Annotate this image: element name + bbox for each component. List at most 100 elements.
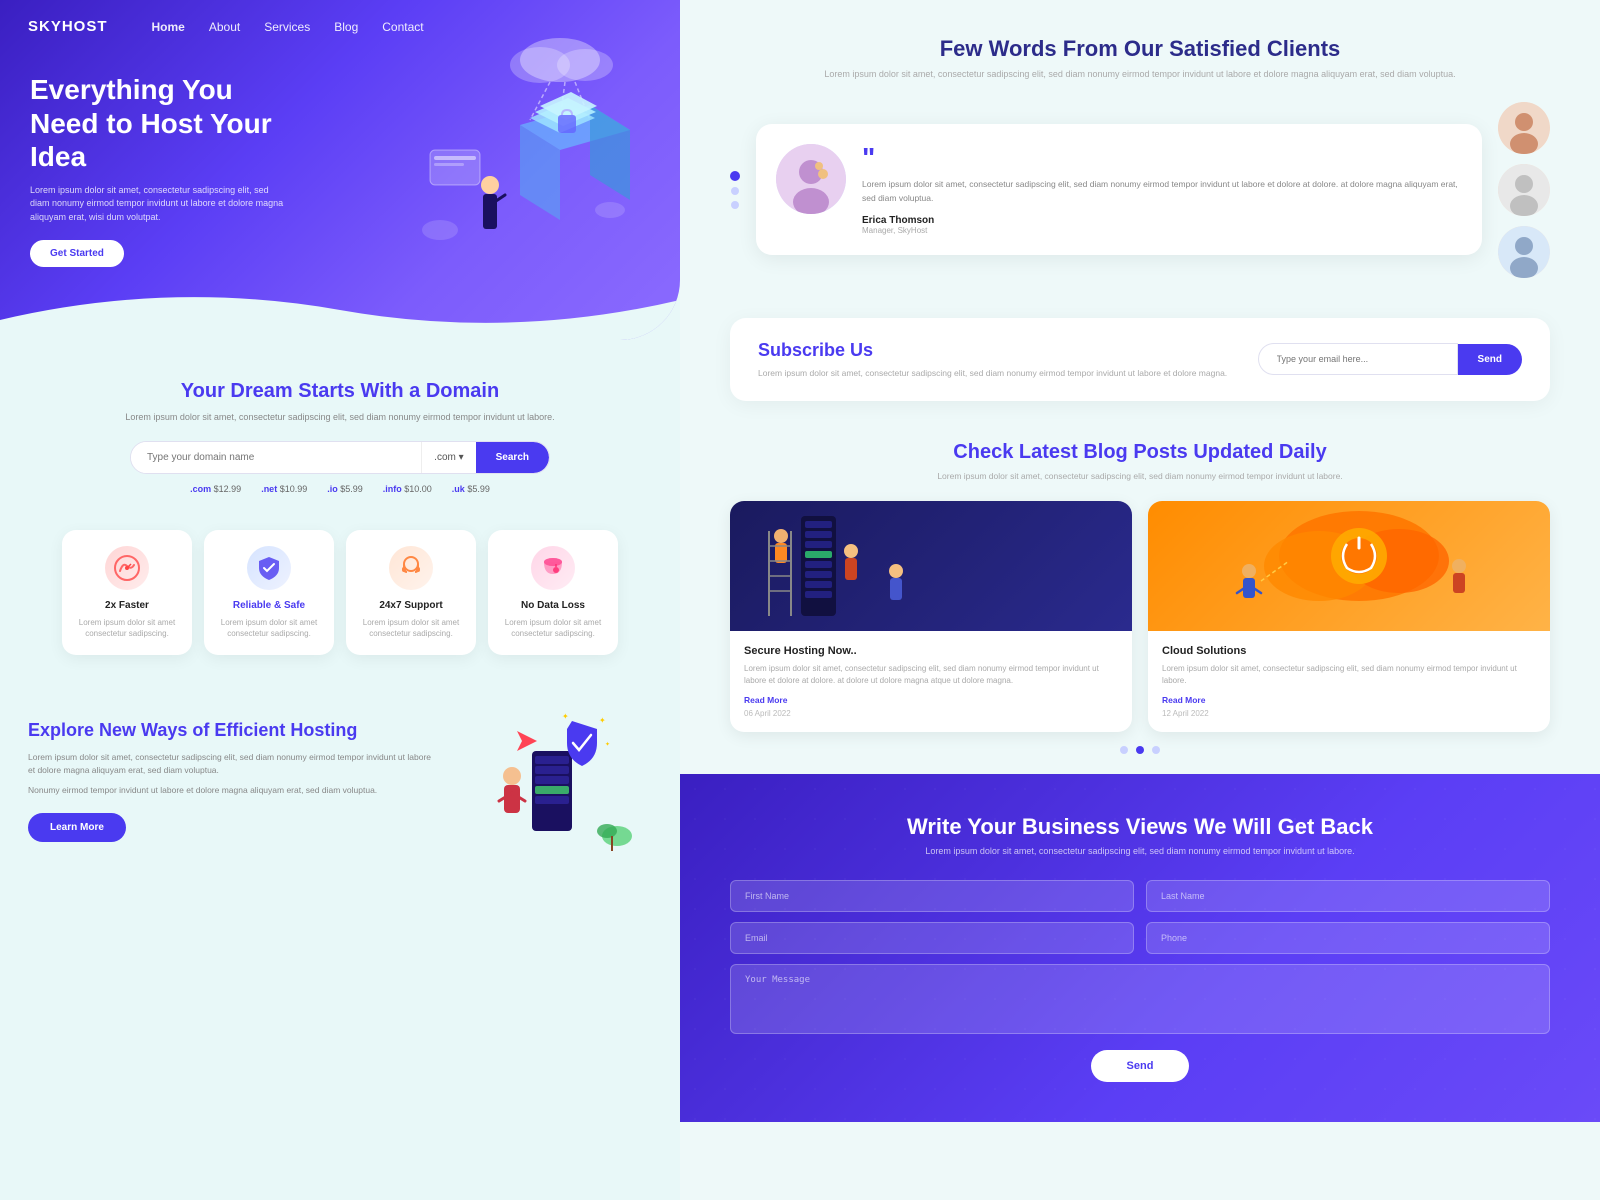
blog-card-2-body: Cloud Solutions Lorem ipsum dolor sit am… (1148, 631, 1550, 732)
hosting-title: Explore New Ways of Efficient Hosting (28, 719, 432, 742)
domain-ext-selector[interactable]: .com ▾ (421, 442, 475, 473)
domain-search-row: .com ▾ Search (130, 441, 550, 474)
nav-blog[interactable]: Blog (334, 20, 358, 34)
domain-description: Lorem ipsum dolor sit amet, consectetur … (30, 411, 650, 425)
feature-title-shield: Reliable & Safe (218, 600, 320, 611)
blog-section: Check Latest Blog Posts Updated Daily Lo… (680, 421, 1600, 774)
hosting-section: Explore New Ways of Efficient Hosting Lo… (0, 671, 680, 881)
database-icon (539, 554, 567, 582)
feature-desc-speed: Lorem ipsum dolor sit amet consectetur s… (76, 617, 178, 639)
contact-submit-wrap: Send (730, 1050, 1550, 1082)
testimonial-card: " Lorem ipsum dolor sit amet, consectetu… (756, 124, 1482, 255)
nav-about[interactable]: About (209, 20, 240, 34)
feature-card-speed: 2x Faster Lorem ipsum dolor sit amet con… (62, 530, 192, 655)
shield-icon-wrap (247, 546, 291, 590)
feature-card-support: 24x7 Support Lorem ipsum dolor sit amet … (346, 530, 476, 655)
svg-text:✦: ✦ (562, 712, 569, 721)
domain-price-com: .com $12.99 (190, 484, 241, 494)
feature-title-support: 24x7 Support (360, 600, 462, 611)
feature-title-data: No Data Loss (502, 600, 604, 611)
testimonial-text: Lorem ipsum dolor sit amet, consectetur … (862, 178, 1462, 205)
blog-card-1: Secure Hosting Now.. Lorem ipsum dolor s… (730, 501, 1132, 732)
subscribe-form: Send (1258, 343, 1522, 375)
contact-description: Lorem ipsum dolor sit amet, consectetur … (730, 846, 1550, 856)
subscribe-send-button[interactable]: Send (1458, 344, 1522, 375)
testimonial-wrapper: " Lorem ipsum dolor sit amet, consectetu… (730, 102, 1550, 278)
testimonial-dot-3[interactable] (731, 201, 739, 209)
blog-dot-3[interactable] (1152, 746, 1160, 754)
subscribe-email-input[interactable] (1258, 343, 1458, 375)
blog-card-2-title: Cloud Solutions (1162, 645, 1536, 657)
subscribe-section: Subscribe Us Lorem ipsum dolor sit amet,… (730, 318, 1550, 402)
blog-card-2-text: Lorem ipsum dolor sit amet, consectetur … (1162, 663, 1536, 687)
domain-prices: .com $12.99 .net $10.99 .io $5.99 .info … (30, 484, 650, 494)
blog-card-1-date: 06 April 2022 (744, 709, 1118, 718)
domain-section: Your Dream Starts With a Domain Lorem ip… (0, 340, 680, 514)
hero-cta-button[interactable]: Get Started (30, 240, 124, 267)
side-avatar-svg-2 (1498, 164, 1550, 216)
testimonial-dot-1[interactable] (730, 171, 740, 181)
nav-services[interactable]: Services (264, 20, 310, 34)
contact-first-name-input[interactable] (730, 880, 1134, 912)
contact-section: Write Your Business Views We Will Get Ba… (680, 774, 1600, 1122)
testimonial-dots (730, 171, 740, 209)
domain-price-uk: .uk $5.99 (452, 484, 490, 494)
hosting-illustration: ✦ ✦ ✦ (452, 701, 652, 861)
feature-title-speed: 2x Faster (76, 600, 178, 611)
side-avatar-3 (1498, 226, 1550, 278)
domain-price-io: .io $5.99 (327, 484, 363, 494)
speedometer-icon (113, 554, 141, 582)
blog-dot-2[interactable] (1136, 746, 1144, 754)
nav-home[interactable]: Home (152, 20, 185, 34)
contact-submit-button[interactable]: Send (1091, 1050, 1190, 1082)
blog-card-1-body: Secure Hosting Now.. Lorem ipsum dolor s… (730, 631, 1132, 732)
blog-card-1-title: Secure Hosting Now.. (744, 645, 1118, 657)
hero-description: Lorem ipsum dolor sit amet, consectetur … (30, 184, 290, 225)
testimonial-avatar (776, 144, 846, 214)
left-panel: SKYHOST Home About Services Blog Contact… (0, 0, 680, 1200)
blog-1-svg (730, 501, 1132, 631)
blog-card-2-read-more[interactable]: Read More (1162, 695, 1536, 705)
feature-card-data: No Data Loss Lorem ipsum dolor sit amet … (488, 530, 618, 655)
headset-icon (397, 554, 425, 582)
svg-text:✦: ✦ (605, 741, 610, 748)
support-icon-wrap (389, 546, 433, 590)
feature-desc-data: Lorem ipsum dolor sit amet consectetur s… (502, 617, 604, 639)
hosting-desc1: Lorem ipsum dolor sit amet, consectetur … (28, 751, 432, 778)
blog-cards: Secure Hosting Now.. Lorem ipsum dolor s… (730, 501, 1550, 732)
contact-name-row (730, 880, 1550, 912)
hero-wave (0, 280, 680, 340)
testimonial-dot-2[interactable] (731, 187, 739, 195)
blog-dot-1[interactable] (1120, 746, 1128, 754)
brand-logo: SKYHOST (28, 18, 108, 35)
blog-2-svg (1148, 501, 1550, 631)
testimonials-section: Few Words From Our Satisfied Clients Lor… (680, 0, 1600, 298)
features-section: 2x Faster Lorem ipsum dolor sit amet con… (0, 514, 680, 671)
contact-last-name-input[interactable] (1146, 880, 1550, 912)
right-panel: Few Words From Our Satisfied Clients Lor… (680, 0, 1600, 1200)
domain-search-button[interactable]: Search (476, 442, 549, 473)
hero-svg (390, 30, 650, 310)
side-avatar-1 (1498, 102, 1550, 154)
hero-illustration (390, 30, 650, 310)
testimonial-body: " Lorem ipsum dolor sit amet, consectetu… (862, 144, 1462, 235)
domain-price-info: .info $10.00 (383, 484, 432, 494)
contact-title: Write Your Business Views We Will Get Ba… (730, 814, 1550, 840)
domain-search-input[interactable] (131, 442, 421, 473)
hosting-text: Explore New Ways of Efficient Hosting Lo… (28, 719, 432, 842)
blog-card-1-text: Lorem ipsum dolor sit amet, consectetur … (744, 663, 1118, 687)
side-avatar-2 (1498, 164, 1550, 216)
blog-card-1-image (730, 501, 1132, 631)
testimonial-role: Manager, SkyHost (862, 226, 1462, 235)
contact-form: Send (730, 880, 1550, 1082)
contact-phone-input[interactable] (1146, 922, 1550, 954)
hosting-svg: ✦ ✦ ✦ (457, 701, 647, 861)
hosting-learn-more-button[interactable]: Learn More (28, 813, 126, 842)
blog-card-1-read-more[interactable]: Read More (744, 695, 1118, 705)
subscribe-title: Subscribe Us (758, 340, 1228, 361)
contact-email-input[interactable] (730, 922, 1134, 954)
testimonials-desc: Lorem ipsum dolor sit amet, consectetur … (730, 68, 1550, 82)
hero-title: Everything You Need to Host Your Idea (30, 73, 290, 174)
contact-message-textarea[interactable] (730, 964, 1550, 1034)
blog-card-2-image (1148, 501, 1550, 631)
